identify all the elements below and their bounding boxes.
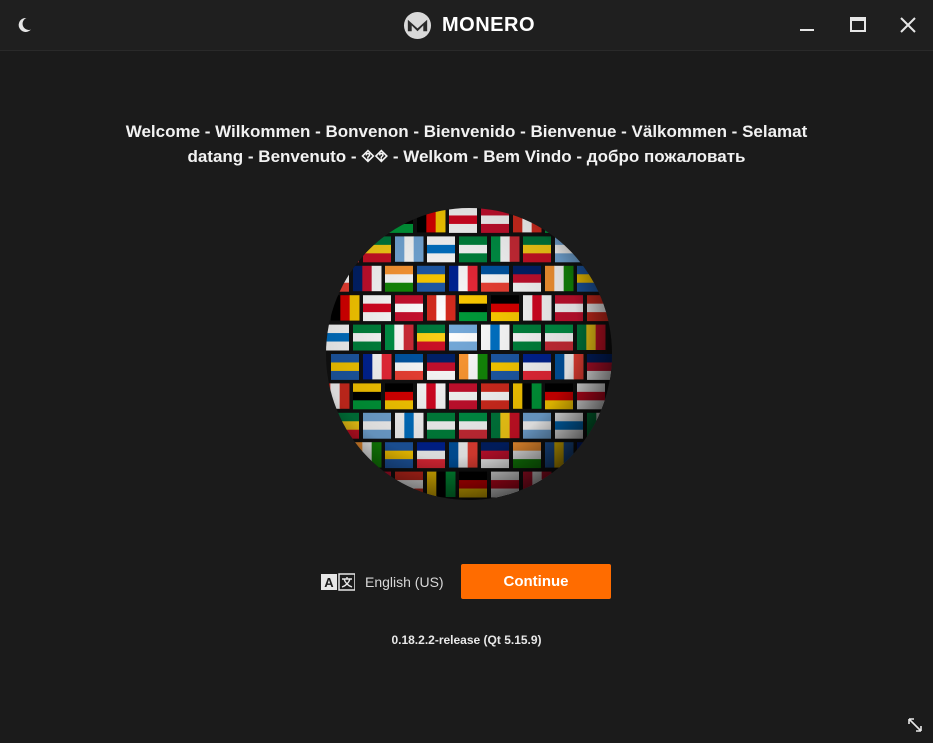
flag-tile bbox=[326, 442, 349, 469]
svg-text:A: A bbox=[324, 575, 334, 590]
translate-icon: A bbox=[321, 573, 355, 591]
app-window: MONERO Welcome - Wilkommen - Bonvenon - … bbox=[0, 0, 933, 743]
titlebar[interactable]: MONERO bbox=[0, 0, 933, 51]
brand: MONERO bbox=[403, 10, 535, 40]
flags-globe-image bbox=[325, 207, 613, 501]
moon-icon[interactable] bbox=[12, 13, 36, 37]
flag-tile bbox=[353, 208, 381, 233]
welcome-line-2: datang - Benvenuto - ⯑⯑ - Welkom - Bem V… bbox=[187, 147, 746, 166]
welcome-line-1: Welcome - Wilkommen - Bonvenon - Bienven… bbox=[125, 122, 808, 141]
language-selector[interactable]: A English (US) bbox=[321, 571, 444, 593]
welcome-message: Welcome - Wilkommen - Bonvenon - Bienven… bbox=[100, 119, 833, 169]
flag-tile bbox=[555, 471, 583, 498]
version-label: 0.18.2.2-release (Qt 5.15.9) bbox=[391, 633, 542, 647]
flag-tile bbox=[577, 208, 605, 233]
close-icon[interactable] bbox=[893, 10, 923, 40]
resize-diagonal-icon[interactable] bbox=[905, 715, 925, 735]
flag-tile bbox=[326, 208, 350, 233]
continue-button[interactable]: Continue bbox=[461, 564, 611, 599]
app-name: MONERO bbox=[442, 13, 535, 36]
flag-tile bbox=[577, 442, 605, 469]
monero-logo-icon bbox=[403, 11, 432, 39]
flag-tile bbox=[331, 471, 360, 497]
flag-tile bbox=[587, 236, 612, 262]
language-label: English (US) bbox=[365, 574, 444, 590]
flag-tile bbox=[545, 208, 573, 233]
flag-tile bbox=[331, 236, 359, 263]
minimize-icon[interactable] bbox=[793, 10, 823, 40]
maximize-icon[interactable] bbox=[843, 10, 873, 40]
flag-tile bbox=[363, 471, 391, 498]
flag-tile bbox=[587, 471, 612, 498]
